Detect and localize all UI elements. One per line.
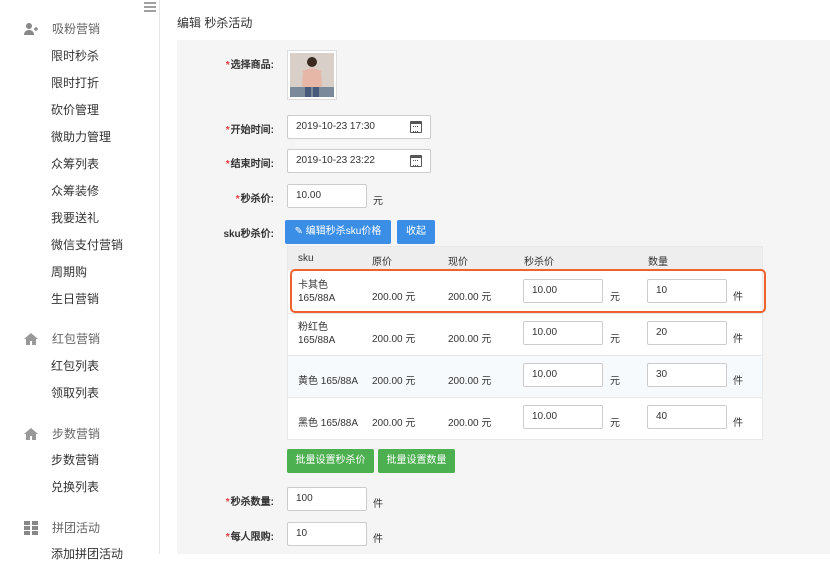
limit-unit: 件 <box>373 534 383 545</box>
sidebar-group-group-buy[interactable]: 拼团活动 <box>24 519 100 536</box>
column-header-current-price: 现价 <box>448 257 468 268</box>
original-price: 200.00 元 <box>372 418 416 429</box>
start-time-input[interactable]: 2019-10-23 17:30 <box>287 115 431 139</box>
current-price: 200.00 元 <box>448 334 492 345</box>
collapse-button[interactable]: 收起 <box>397 220 435 244</box>
grid-icon <box>24 520 38 535</box>
home-icon <box>24 427 38 440</box>
quantity-unit: 件 <box>373 499 383 510</box>
batch-set-quantity-button[interactable]: 批量设置数量 <box>378 449 455 473</box>
sidebar-group-label: 红包营销 <box>52 332 101 346</box>
end-time-input[interactable]: 2019-10-23 23:22 <box>287 149 431 173</box>
sku-quantity-input[interactable]: 40 <box>647 405 727 429</box>
sidebar-item-redpacket-list[interactable]: 红包列表 <box>51 357 99 374</box>
flash-quantity-input[interactable]: 100 <box>287 487 367 511</box>
column-header-sku: sku <box>298 253 314 264</box>
sku-name: 黄色 165/88A <box>298 376 359 387</box>
sidebar-group-label: 步数营销 <box>52 427 101 441</box>
price-label: *秒杀价: <box>235 194 274 205</box>
column-header-quantity: 数量 <box>648 257 668 268</box>
start-time-label: *开始时间: <box>225 125 274 136</box>
edit-icon: ✎ <box>294 226 304 237</box>
sidebar-group-fans[interactable]: 吸粉营销 <box>24 20 100 37</box>
price-unit: 元 <box>373 196 383 207</box>
sidebar-item-crowdfund-decor[interactable]: 众筹装修 <box>51 182 99 199</box>
sidebar-item-cycle[interactable]: 周期购 <box>51 263 87 280</box>
sidebar-item-limited-discount[interactable]: 限时打折 <box>51 74 99 91</box>
current-price: 200.00 元 <box>448 376 492 387</box>
calendar-icon[interactable] <box>410 121 422 133</box>
menu-collapse-icon[interactable] <box>144 2 156 12</box>
original-price: 200.00 元 <box>372 376 416 387</box>
edit-sku-price-button[interactable]: ✎ 编辑秒杀sku价格 <box>285 220 391 244</box>
product-image <box>290 53 334 97</box>
table-row: 黑色 165/88A 200.00 元 200.00 元 10.00 元 40 … <box>288 397 762 439</box>
sku-table-header: sku 原价 现价 秒杀价 数量 <box>288 247 762 269</box>
sidebar-item-exchange-list[interactable]: 兑换列表 <box>51 478 99 495</box>
quantity-unit: 件 <box>733 376 743 387</box>
calendar-icon[interactable] <box>410 155 422 167</box>
sidebar-group-label: 吸粉营销 <box>52 22 101 36</box>
per-user-limit-input[interactable]: 10 <box>287 522 367 546</box>
sku-price-label: sku秒杀价: <box>223 229 274 240</box>
column-header-flash-price: 秒杀价 <box>524 257 554 268</box>
sku-flash-price-input[interactable]: 10.00 <box>523 405 603 429</box>
limit-label: *每人限购: <box>225 532 274 543</box>
product-label: *选择商品: <box>225 60 274 71</box>
sidebar-item-receive-list[interactable]: 领取列表 <box>51 384 99 401</box>
sidebar: 吸粉营销 限时秒杀 限时打折 砍价管理 微助力管理 众筹列表 众筹装修 我要送礼… <box>0 0 160 561</box>
sidebar-item-bargain[interactable]: 砍价管理 <box>51 101 99 118</box>
sidebar-group-label: 拼团活动 <box>52 521 101 535</box>
table-row: 黄色 165/88A 200.00 元 200.00 元 10.00 元 30 … <box>288 355 762 397</box>
quantity-unit: 件 <box>733 334 743 345</box>
flash-price-input[interactable]: 10.00 <box>287 184 367 208</box>
sidebar-item-crowdfund-list[interactable]: 众筹列表 <box>51 155 99 172</box>
highlight-box <box>290 269 766 313</box>
column-header-original-price: 原价 <box>372 257 392 268</box>
sidebar-item-flash-sale[interactable]: 限时秒杀 <box>51 47 99 64</box>
sidebar-group-steps[interactable]: 步数营销 <box>24 425 100 442</box>
sidebar-item-birthday[interactable]: 生日营销 <box>51 290 99 307</box>
current-price: 200.00 元 <box>448 418 492 429</box>
user-plus-icon <box>24 22 38 35</box>
sku-quantity-input[interactable]: 30 <box>647 363 727 387</box>
sku-name: 粉红色 165/88A <box>298 322 336 346</box>
price-unit: 元 <box>610 334 620 345</box>
price-unit: 元 <box>610 418 620 429</box>
sidebar-item-help[interactable]: 微助力管理 <box>51 128 111 145</box>
page-title: 编辑 秒杀活动 <box>177 16 253 30</box>
sku-name: 黑色 165/88A <box>298 418 359 429</box>
sidebar-item-steps[interactable]: 步数营销 <box>51 451 99 468</box>
end-time-label: *结束时间: <box>225 159 274 170</box>
sidebar-item-gift[interactable]: 我要送礼 <box>51 209 99 226</box>
sidebar-group-redpacket[interactable]: 红包营销 <box>24 330 100 347</box>
original-price: 200.00 元 <box>372 334 416 345</box>
product-thumbnail[interactable] <box>287 50 337 100</box>
price-unit: 元 <box>610 376 620 387</box>
sku-flash-price-input[interactable]: 10.00 <box>523 363 603 387</box>
quantity-label: *秒杀数量: <box>225 497 274 508</box>
home-icon <box>24 332 38 345</box>
quantity-unit: 件 <box>733 418 743 429</box>
table-row: 粉红色 165/88A 200.00 元 200.00 元 10.00 元 20… <box>288 313 762 355</box>
sku-quantity-input[interactable]: 20 <box>647 321 727 345</box>
sku-flash-price-input[interactable]: 10.00 <box>523 321 603 345</box>
batch-set-price-button[interactable]: 批量设置秒杀价 <box>287 449 374 473</box>
sidebar-item-wechat-pay[interactable]: 微信支付营销 <box>51 236 123 253</box>
